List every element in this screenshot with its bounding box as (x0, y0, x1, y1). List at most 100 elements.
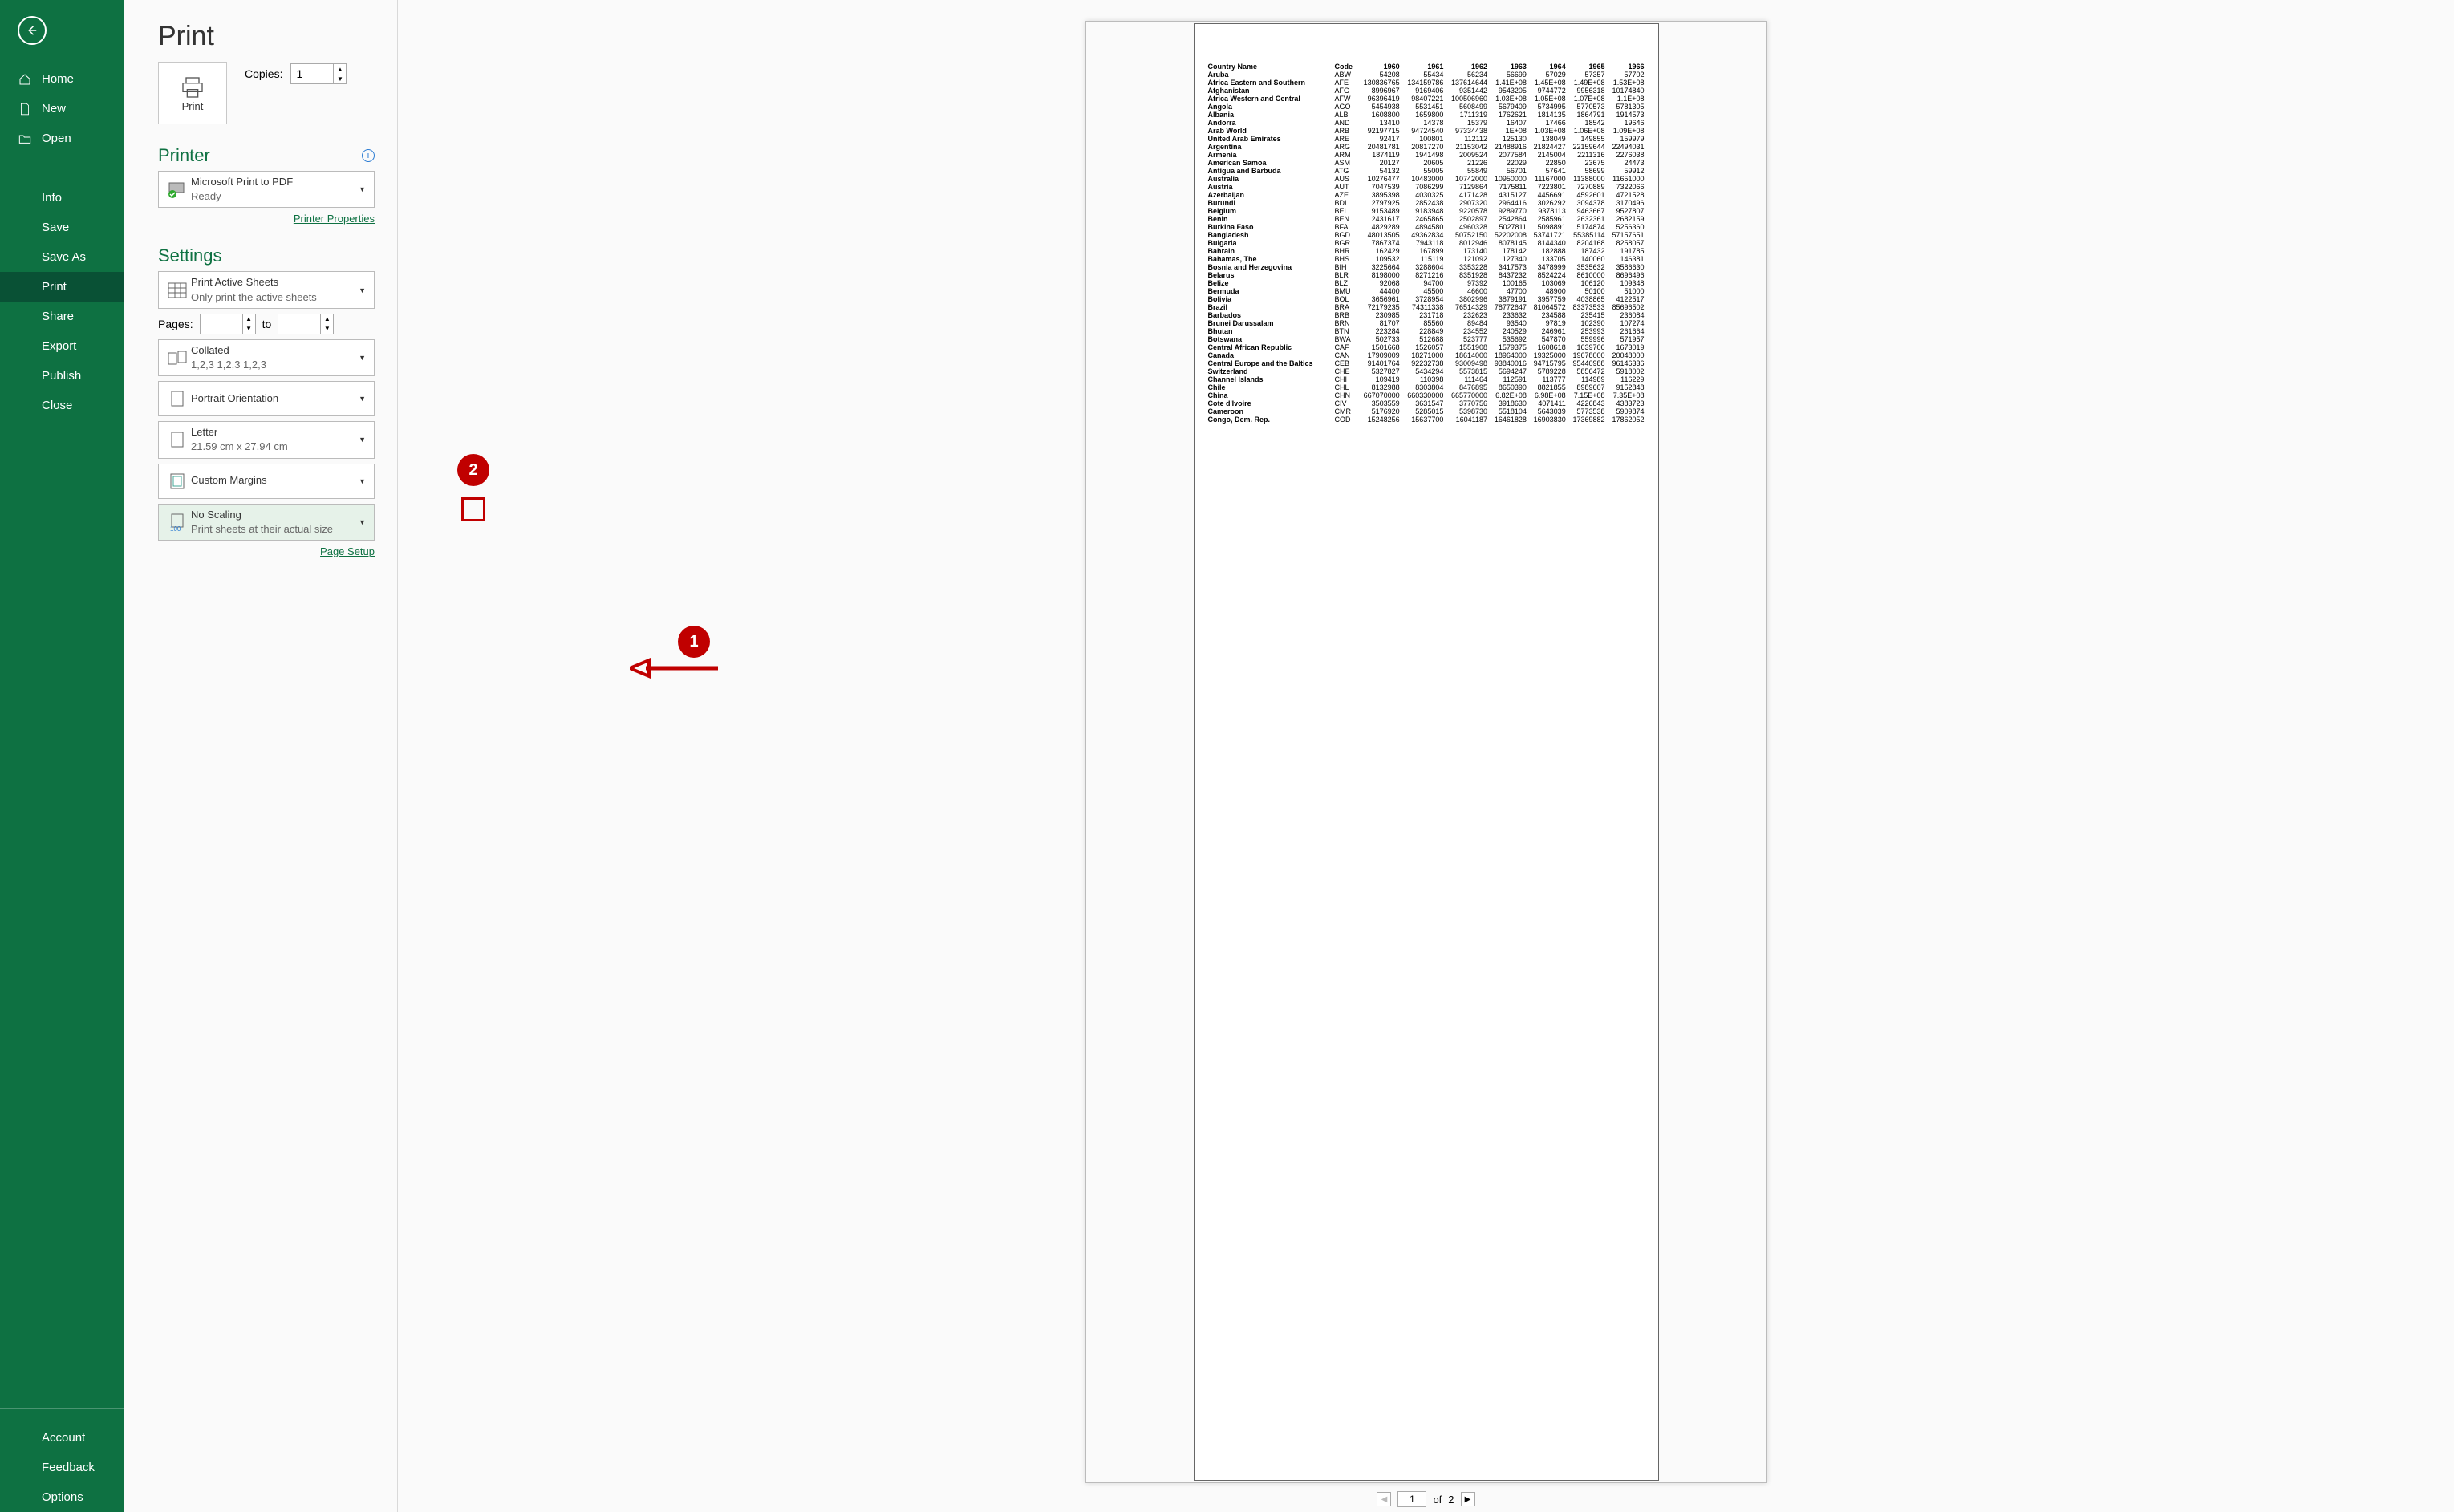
sheets-icon (164, 282, 191, 299)
print-settings-panel: Print Print Copies: ▲▼ Pr (124, 0, 397, 1512)
printer-name: Microsoft Print to PDF (191, 175, 355, 189)
nav-close-label: Close (42, 399, 72, 412)
pages-from-input[interactable]: ▲▼ (200, 314, 256, 334)
chevron-down-icon: ▼ (355, 185, 369, 193)
chevron-down-icon: ▼ (355, 354, 369, 362)
nav-options-label: Options (42, 1490, 83, 1504)
new-icon (18, 103, 32, 116)
collate-icon (164, 350, 191, 366)
nav-home-label: Home (42, 72, 74, 86)
nav-export[interactable]: Export (0, 331, 124, 361)
nav-save[interactable]: Save (0, 213, 124, 242)
printer-status-icon (164, 180, 191, 199)
nav-publish[interactable]: Publish (0, 361, 124, 391)
printer-dropdown[interactable]: Microsoft Print to PDF Ready ▼ (158, 171, 375, 208)
nav-account-label: Account (42, 1431, 85, 1445)
paper-dropdown[interactable]: Letter 21.59 cm x 27.94 cm ▼ (158, 421, 375, 458)
pages-to-label: to (262, 318, 272, 330)
scaling-icon: 100 (164, 513, 191, 532)
orientation-dropdown[interactable]: Portrait Orientation ▼ (158, 381, 375, 416)
nav-new-label: New (42, 102, 66, 116)
nav-export-label: Export (42, 339, 76, 353)
paper-title: Letter (191, 425, 355, 440)
nav-info[interactable]: Info (0, 183, 124, 213)
pages-to-input[interactable]: ▲▼ (278, 314, 334, 334)
preview-table: Country NameCode196019611962196319641965… (1207, 63, 1645, 424)
copies-field[interactable] (291, 67, 330, 80)
chevron-down-icon: ▼ (355, 395, 369, 403)
next-page-button[interactable]: ▶ (1461, 1492, 1475, 1506)
current-page-input[interactable] (1397, 1491, 1426, 1507)
print-button[interactable]: Print (158, 62, 227, 124)
nav-publish-label: Publish (42, 369, 81, 383)
chevron-down-icon: ▼ (355, 518, 369, 526)
margins-title: Custom Margins (191, 473, 355, 488)
home-icon (18, 73, 32, 86)
annotation-arrow (630, 658, 726, 679)
collate-sub: 1,2,3 1,2,3 1,2,3 (191, 358, 355, 372)
copies-down[interactable]: ▼ (334, 74, 346, 83)
printer-properties-link[interactable]: Printer Properties (158, 213, 375, 225)
print-what-dropdown[interactable]: Print Active Sheets Only print the activ… (158, 271, 375, 308)
backstage-sidebar: Home New Open Info Save Save As Print Sh… (0, 0, 124, 1512)
open-icon (18, 133, 32, 144)
copies-input[interactable]: ▲▼ (290, 63, 347, 84)
nav-close[interactable]: Close (0, 391, 124, 420)
orientation-title: Portrait Orientation (191, 391, 355, 406)
page-navigator: ◀ of 2 ▶ (1377, 1491, 1474, 1507)
svg-text:100: 100 (170, 525, 181, 532)
back-arrow-icon (25, 23, 39, 38)
page-title: Print (158, 21, 375, 52)
margins-icon (164, 472, 191, 490)
nav-home[interactable]: Home (0, 64, 124, 94)
collate-dropdown[interactable]: Collated 1,2,3 1,2,3 1,2,3 ▼ (158, 339, 375, 376)
annotation-badge-1: 1 (678, 626, 710, 658)
nav-feedback-label: Feedback (42, 1461, 95, 1474)
paper-sub: 21.59 cm x 27.94 cm (191, 440, 355, 454)
annotation-badge-2: 2 (457, 454, 489, 486)
preview-page: Country NameCode196019611962196319641965… (1194, 23, 1659, 1481)
nav-open-label: Open (42, 132, 71, 145)
nav-open[interactable]: Open (0, 124, 124, 153)
nav-print-label: Print (42, 280, 67, 294)
nav-share[interactable]: Share (0, 302, 124, 331)
nav-new[interactable]: New (0, 94, 124, 124)
pages-label: Pages: (158, 318, 193, 330)
nav-feedback[interactable]: Feedback (0, 1453, 124, 1482)
nav-share-label: Share (42, 310, 74, 323)
nav-account[interactable]: Account (0, 1423, 124, 1453)
scaling-dropdown[interactable]: 100 No Scaling Print sheets at their act… (158, 504, 375, 541)
nav-print[interactable]: Print (0, 272, 124, 302)
nav-saveas-label: Save As (42, 250, 86, 264)
pager-total: 2 (1448, 1494, 1454, 1506)
scaling-title: No Scaling (191, 508, 355, 522)
pages-range: Pages: ▲▼ to ▲▼ (158, 314, 375, 334)
nav-save-label: Save (42, 221, 69, 234)
print-button-label: Print (182, 100, 204, 112)
collate-title: Collated (191, 343, 355, 358)
nav-options[interactable]: Options (0, 1482, 124, 1512)
nav-saveas[interactable]: Save As (0, 242, 124, 272)
print-preview-panel: Country NameCode196019611962196319641965… (397, 0, 2454, 1512)
paper-icon (164, 431, 191, 448)
print-what-title: Print Active Sheets (191, 275, 355, 290)
chevron-down-icon: ▼ (355, 436, 369, 444)
preview-frame: Country NameCode196019611962196319641965… (1085, 21, 1767, 1483)
printer-status: Ready (191, 189, 355, 204)
printer-heading: Printer i (158, 145, 375, 166)
page-setup-link[interactable]: Page Setup (158, 545, 375, 557)
chevron-down-icon: ▼ (355, 477, 369, 485)
info-icon[interactable]: i (362, 149, 375, 162)
nav-info-label: Info (42, 191, 62, 205)
scaling-sub: Print sheets at their actual size (191, 522, 355, 537)
prev-page-button[interactable]: ◀ (1377, 1492, 1391, 1506)
copies-label: Copies: (245, 67, 282, 80)
copies-up[interactable]: ▲ (334, 64, 346, 74)
back-button[interactable] (18, 16, 47, 45)
print-what-sub: Only print the active sheets (191, 290, 355, 305)
printer-icon (178, 75, 207, 100)
pager-of-label: of (1433, 1494, 1442, 1506)
margins-dropdown[interactable]: Custom Margins ▼ (158, 464, 375, 499)
portrait-icon (164, 390, 191, 407)
settings-heading: Settings (158, 245, 375, 266)
